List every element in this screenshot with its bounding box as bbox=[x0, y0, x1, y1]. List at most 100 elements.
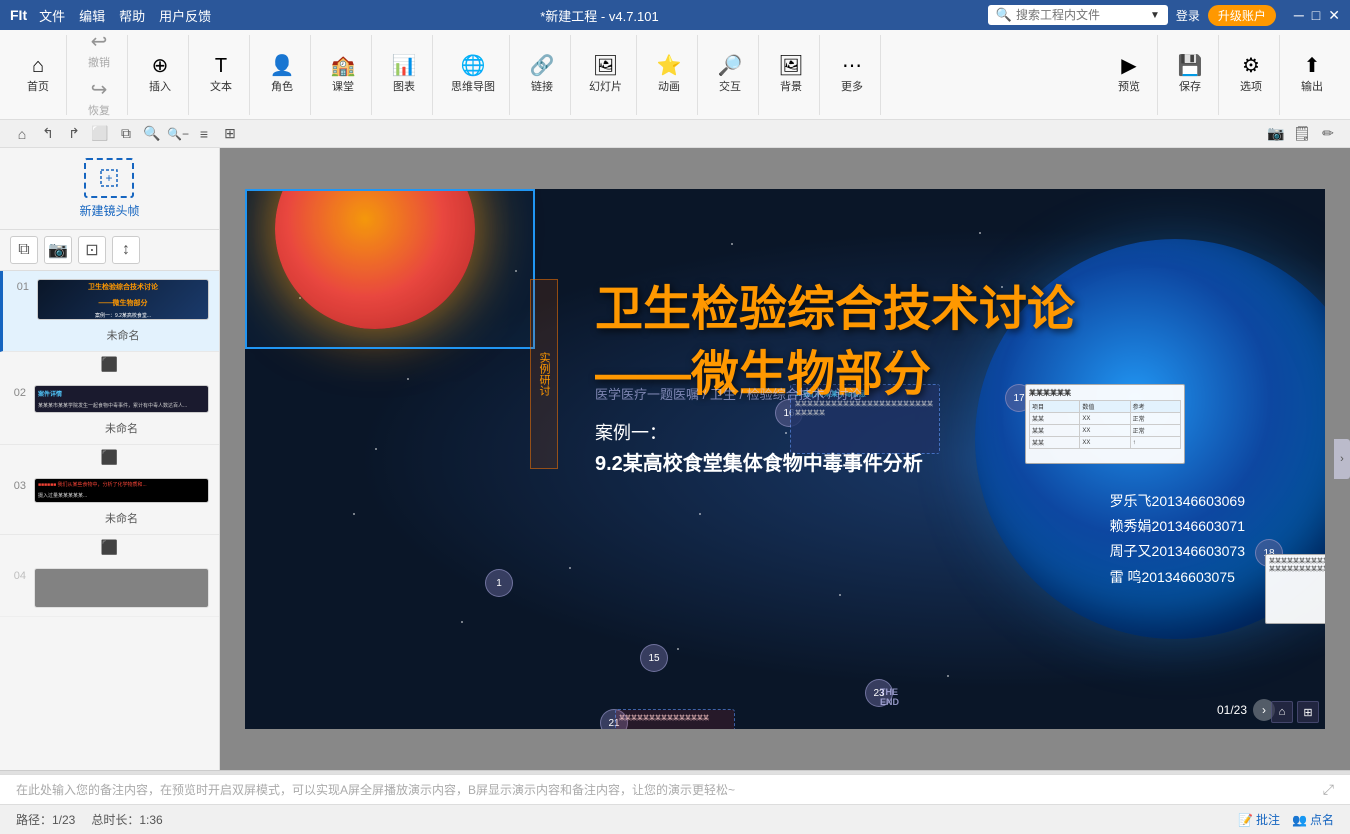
insert-button[interactable]: ⊕ 插入 bbox=[140, 52, 180, 98]
slide-num-2: 02 bbox=[10, 387, 26, 399]
bg-button[interactable]: 🖼 背景 bbox=[771, 52, 811, 98]
bottom-home-icon[interactable]: ⌂ bbox=[1271, 701, 1293, 723]
tb2-undo-arrow-icon[interactable]: ↰ bbox=[36, 122, 60, 146]
bottom-grid-icon[interactable]: ⊞ bbox=[1297, 701, 1319, 723]
tb2-grid-icon[interactable]: ⊞ bbox=[218, 122, 242, 146]
undo-icon: ↩ bbox=[91, 32, 108, 52]
options-button[interactable]: ⚙ 选项 bbox=[1231, 52, 1271, 98]
menu-help[interactable]: 帮助 bbox=[119, 6, 145, 25]
preview-button[interactable]: ▶ 预览 bbox=[1109, 52, 1149, 98]
notes-expand-icon[interactable]: ⤢ bbox=[1323, 781, 1334, 798]
node-17-label: 17 bbox=[1013, 393, 1024, 404]
vertical-text: 实例研讨 bbox=[536, 352, 552, 396]
slide-thumb-4[interactable]: 04 bbox=[0, 560, 219, 617]
class-button[interactable]: 🏫 课堂 bbox=[323, 52, 363, 98]
text-button[interactable]: T 文本 bbox=[201, 52, 241, 98]
minimize-button[interactable]: ─ bbox=[1294, 7, 1304, 24]
menu-file[interactable]: 文件 bbox=[39, 6, 65, 25]
node-21-box: 某某某某某某某某某某某某某某某 bbox=[615, 709, 735, 729]
upgrade-button[interactable]: 升级账户 bbox=[1208, 5, 1276, 26]
node-1-badge[interactable]: 1 bbox=[485, 569, 513, 597]
tb2-screenshot-icon[interactable]: 🗒 bbox=[1290, 122, 1314, 146]
tb2-zoom-out-icon[interactable]: 🔍− bbox=[166, 122, 190, 146]
menu-bar: 文件 编辑 帮助 用户反馈 bbox=[39, 6, 211, 25]
comment-label: 批注 bbox=[1256, 811, 1280, 828]
menu-edit[interactable]: 编辑 bbox=[79, 6, 105, 25]
toolbar-group-slide: 🖼 幻灯片 bbox=[575, 35, 637, 115]
new-frame-button[interactable]: + 新建镜头帧 bbox=[79, 158, 139, 219]
link-button[interactable]: 🔗 链接 bbox=[522, 52, 562, 98]
role-button[interactable]: 👤 角色 bbox=[262, 52, 302, 98]
more-button[interactable]: ⋯ 更多 bbox=[832, 52, 872, 98]
point-icon: 👥 bbox=[1292, 813, 1307, 827]
vertical-text-box: 实例研讨 bbox=[530, 279, 558, 469]
node-15-label: 15 bbox=[648, 653, 659, 664]
tb2-camera-icon[interactable]: 📷 bbox=[1264, 122, 1288, 146]
interact-button[interactable]: 🔎 交互 bbox=[710, 52, 750, 98]
slide-thumb-3[interactable]: 03 ■■■■■■ 我们从某些食物中，分析了化学物质和... 摄入过量某某某某某… bbox=[0, 470, 219, 535]
tb2-frame-icon[interactable]: ⬜ bbox=[88, 122, 112, 146]
slide-expand-icon-1[interactable]: ⬛ bbox=[101, 356, 118, 373]
animation-icon: ⭐ bbox=[657, 56, 682, 76]
new-frame-label: 新建镜头帧 bbox=[79, 202, 139, 219]
slide-preview-2: 案件详情 某某某市某某学院发生一起食物中毒事件，累计有中毒人数达百人... bbox=[34, 385, 209, 413]
node-15-badge[interactable]: 15 bbox=[640, 644, 668, 672]
mindmap-label: 思维导图 bbox=[451, 78, 495, 94]
search-input[interactable] bbox=[1016, 8, 1146, 22]
slide-num-1: 01 bbox=[13, 281, 29, 293]
tb2-edit-icon[interactable]: ✏ bbox=[1316, 122, 1340, 146]
slide-main-title: 卫生检验综合技术讨论 bbox=[595, 269, 1075, 339]
slide-button[interactable]: 🖼 幻灯片 bbox=[583, 52, 628, 98]
undo-button[interactable]: ↩ 撤销 bbox=[79, 28, 119, 74]
tb2-align-icon[interactable]: ≡ bbox=[192, 122, 216, 146]
slide-expand-icon-2[interactable]: ⬛ bbox=[101, 449, 118, 466]
mindmap-button[interactable]: 🌐 思维导图 bbox=[445, 52, 501, 98]
slide-thumb-2[interactable]: 02 案件详情 某某某市某某学院发生一起食物中毒事件，累计有中毒人数达百人...… bbox=[0, 377, 219, 445]
slide-label-3: 未命名 bbox=[34, 510, 209, 526]
chart-button[interactable]: 📊 图表 bbox=[384, 52, 424, 98]
right-panel-expand-handle[interactable]: › bbox=[1334, 439, 1350, 479]
tb2-redo-arrow-icon[interactable]: ↱ bbox=[62, 122, 86, 146]
slide-preview-1: 卫生检验综合技术讨论 ——微生物部分 案例一：9.2某高校食堂... bbox=[37, 279, 209, 320]
toolbar-group-mindmap: 🌐 思维导图 bbox=[437, 35, 510, 115]
maximize-button[interactable]: □ bbox=[1312, 7, 1320, 24]
more-action-button[interactable]: ↕ bbox=[112, 236, 140, 264]
animation-button[interactable]: ⭐ 动画 bbox=[649, 52, 689, 98]
menu-feedback[interactable]: 用户反馈 bbox=[159, 6, 211, 25]
tb2-home-icon[interactable]: ⌂ bbox=[10, 122, 34, 146]
bg-icon: 🖼 bbox=[778, 56, 803, 76]
search-dropdown-icon[interactable]: ▼ bbox=[1150, 10, 1160, 21]
save-button[interactable]: 💾 保存 bbox=[1170, 52, 1210, 98]
slide-expand-icon-3[interactable]: ⬛ bbox=[101, 539, 118, 556]
chart-icon: 📊 bbox=[392, 56, 417, 76]
close-button[interactable]: ✕ bbox=[1328, 7, 1340, 24]
toolbar-group-preview: ▶ 预览 bbox=[1101, 35, 1158, 115]
toolbar-group-interact: 🔎 交互 bbox=[702, 35, 759, 115]
home-button[interactable]: ⌂ 首页 bbox=[18, 52, 58, 98]
slide-preview-3: ■■■■■■ 我们从某些食物中，分析了化学物质和... 摄入过量某某某某某... bbox=[34, 478, 209, 503]
login-button[interactable]: 登录 bbox=[1176, 7, 1200, 24]
toolbar-group-text: T 文本 bbox=[193, 35, 250, 115]
slide-subtitle2: 医学医疗一题医嘱 / 卫生 / 检验综合技术 / 讨论 bbox=[595, 384, 862, 403]
role-label: 角色 bbox=[271, 78, 293, 94]
role-icon: 👤 bbox=[270, 56, 295, 76]
point-button[interactable]: 👥 点名 bbox=[1292, 811, 1334, 828]
tb2-copy-icon[interactable]: ⧉ bbox=[114, 122, 138, 146]
slide-thumb-1[interactable]: 01 卫生检验综合技术讨论 ——微生物部分 案例一：9.2某高校食堂... 未命… bbox=[0, 271, 219, 352]
comment-icon: 📝 bbox=[1238, 813, 1253, 827]
redo-icon: ↪ bbox=[91, 80, 108, 100]
text-label: 文本 bbox=[210, 78, 232, 94]
screenshot-button[interactable]: 📷 bbox=[44, 236, 72, 264]
fit-view-button[interactable]: ⊡ bbox=[78, 236, 106, 264]
search-box[interactable]: 🔍 ▼ bbox=[988, 5, 1168, 25]
save-label: 保存 bbox=[1179, 78, 1201, 94]
sidebar-top: + 新建镜头帧 bbox=[0, 148, 219, 230]
animation-label: 动画 bbox=[658, 78, 680, 94]
copy-frame-button[interactable]: ⧉ bbox=[10, 236, 38, 264]
export-button[interactable]: ⬆ 输出 bbox=[1292, 52, 1332, 98]
redo-button[interactable]: ↪ 恢复 bbox=[79, 76, 119, 122]
tb2-zoom-in-icon[interactable]: 🔍 bbox=[140, 122, 164, 146]
slide-counter: 01/23 bbox=[1217, 703, 1247, 717]
comment-button[interactable]: 📝 批注 bbox=[1238, 811, 1280, 828]
slide-case-detail: 9.2某高校食堂集体食物中毒事件分析 bbox=[595, 447, 923, 476]
